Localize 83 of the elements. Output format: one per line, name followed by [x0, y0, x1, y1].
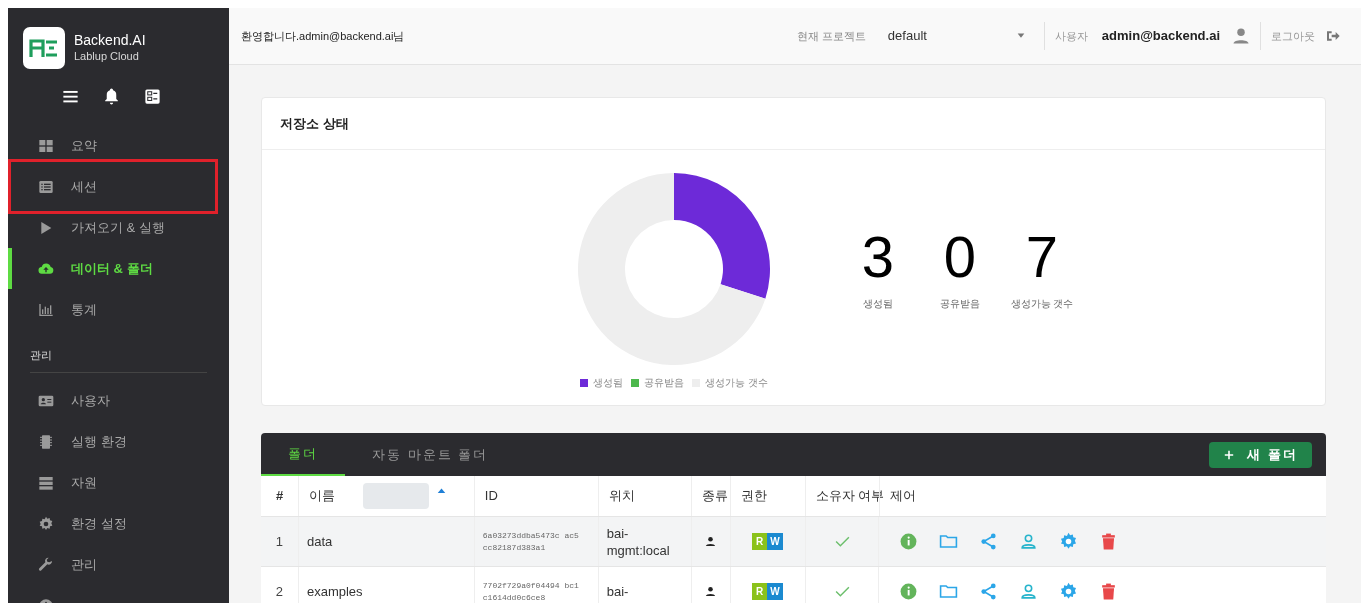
info-icon: [899, 532, 919, 551]
user-icon: [1232, 27, 1250, 45]
bell-button[interactable]: [102, 86, 121, 106]
column-header: #: [275, 487, 284, 506]
nav-item[interactable]: 자원: [8, 462, 229, 503]
chip-icon: [38, 433, 54, 450]
tab[interactable]: 폴더: [261, 433, 345, 476]
new-folder-button[interactable]: 새 폴더: [1209, 441, 1312, 468]
person-icon: [705, 586, 717, 597]
settings-button[interactable]: [1059, 532, 1079, 551]
folder-location: bai-mgmt:local: [606, 524, 671, 559]
grid-icon: [38, 137, 54, 154]
logo-icon: [23, 27, 65, 69]
column-header: 종류: [701, 487, 728, 506]
nav-item[interactable]: 관리: [8, 544, 229, 585]
bell-icon: [102, 86, 121, 106]
brand-subtitle: Lablup Cloud: [74, 49, 140, 64]
folder-name: data: [306, 532, 333, 551]
legend-label: 생성됨: [593, 376, 624, 390]
legend-swatch: [580, 378, 589, 387]
folder-id: 7702f729a0f04494 bc1c1614dd0c6ce8: [482, 579, 579, 603]
column-header: 제어: [889, 487, 916, 506]
nav-item[interactable]: 실행 환경: [8, 421, 229, 462]
user-name: admin@backend.ai: [1101, 27, 1220, 46]
read-permission-tag: R: [752, 583, 768, 600]
column-header: 이름: [309, 487, 335, 506]
settings-button[interactable]: [1059, 582, 1079, 601]
column-header: ID: [484, 487, 498, 506]
folder-name: examples: [306, 582, 363, 601]
nav-item[interactable]: 통계: [8, 289, 229, 330]
task-list-button[interactable]: [143, 86, 162, 106]
plus-icon: [1223, 448, 1236, 461]
settings-icon: [1059, 532, 1079, 551]
column-header: 위치: [608, 487, 635, 506]
legend-swatch: [631, 378, 640, 387]
user-icon: [1019, 582, 1039, 601]
stat-label: 생성가능 갯수: [1010, 297, 1074, 311]
stat-value: 7: [1025, 228, 1059, 286]
server-icon: [38, 474, 54, 491]
wrench-icon: [38, 556, 54, 573]
settings-icon: [38, 515, 54, 532]
folder-id: 6a03273ddba5473c ac5cc82187d383a1: [482, 529, 579, 554]
folder-icon: [939, 582, 959, 601]
folder-button[interactable]: [939, 532, 959, 551]
welcome-text: 환영합니다.admin@backend.ai님: [241, 28, 405, 44]
stat-value: 0: [943, 228, 977, 286]
column-header: 권한: [740, 487, 767, 506]
list-icon: [38, 178, 54, 195]
person-icon: [705, 536, 717, 547]
user-icon: [1019, 532, 1039, 551]
user-button[interactable]: [1019, 582, 1039, 601]
brand-title: Backend.AI: [74, 32, 146, 50]
legend-label: 생성가능 갯수: [705, 376, 768, 390]
task-list-icon: [143, 86, 162, 106]
sort-arrow-icon: [437, 486, 446, 496]
stat-label: 생성됨: [863, 297, 893, 311]
project-label: 현재 프로젝트: [796, 28, 866, 44]
write-permission-tag: W: [767, 533, 784, 550]
user-button[interactable]: [1019, 532, 1039, 551]
filter-field[interactable]: [363, 483, 429, 509]
stat-label: 공유받음: [940, 297, 980, 311]
read-permission-tag: R: [752, 533, 768, 550]
nav-item[interactable]: 세션: [8, 159, 218, 214]
tab[interactable]: 자동 마운트 폴더: [345, 433, 516, 476]
project-select[interactable]: default: [887, 26, 1034, 46]
stat-value: 3: [861, 228, 895, 286]
user-label: 사용자: [1054, 28, 1088, 44]
info-button[interactable]: [899, 582, 919, 601]
write-permission-tag: W: [767, 583, 784, 600]
logout-icon: [1325, 28, 1341, 44]
row-number: 1: [275, 532, 284, 551]
card-title: 저장소 상태: [280, 114, 349, 133]
column-header: 소유자 여부: [815, 487, 885, 506]
folder-location: bai-: [606, 583, 630, 600]
bar-chart-icon: [38, 301, 54, 318]
folder-button[interactable]: [939, 582, 959, 601]
legend-label: 공유받음: [644, 376, 685, 390]
nav-item[interactable]: 환경 설정: [8, 503, 229, 544]
row-number: 2: [275, 582, 284, 601]
info-button[interactable]: [899, 532, 919, 551]
folder-icon: [939, 532, 959, 551]
nav-item[interactable]: 사용자: [8, 380, 229, 421]
section-label: 관리: [30, 349, 52, 361]
